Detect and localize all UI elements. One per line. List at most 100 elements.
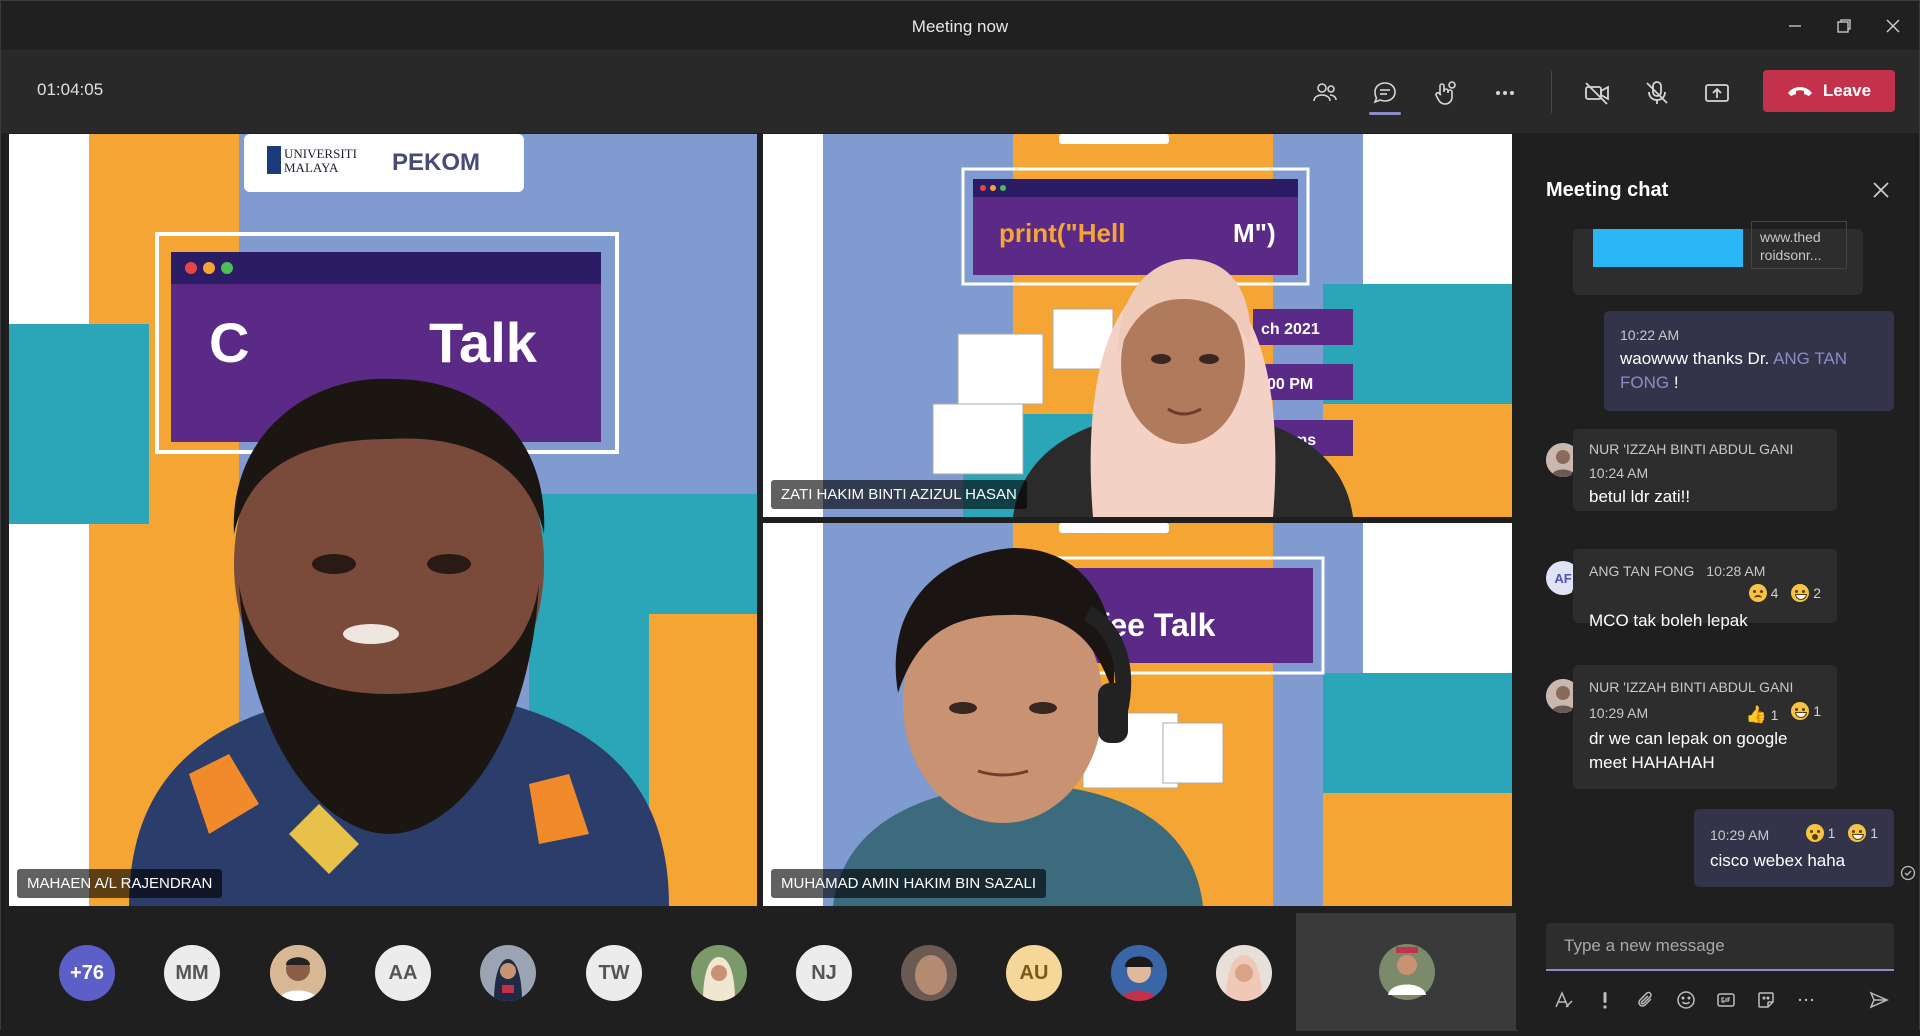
participant-avatar-photo[interactable]	[1111, 945, 1167, 1001]
more-participants-button[interactable]: +76	[59, 945, 115, 1001]
person-photo-icon	[480, 945, 536, 1001]
laugh-reaction-icon[interactable]	[1848, 824, 1867, 842]
person-photo-icon	[1216, 945, 1272, 1001]
participant-name-tag: ZATI HAKIM BINTI AZIZUL HASAN	[771, 480, 1027, 509]
message-text: MCO tak boleh lepak	[1589, 611, 1748, 630]
sticker-icon[interactable]	[1753, 987, 1779, 1013]
slide-date: ch 2021	[1261, 321, 1320, 338]
camera-off-icon[interactable]	[1573, 69, 1621, 117]
surprised-reaction-icon[interactable]	[1805, 824, 1824, 842]
link-preview-thumbnail	[1593, 229, 1743, 267]
chat-message[interactable]: ANG TAN FONG 10:28 AM 4 2 MCO tak boleh …	[1573, 549, 1837, 630]
message-timestamp: 10:29 AM	[1589, 705, 1649, 721]
link-preview-url: www.thed	[1760, 229, 1821, 245]
chat-icon[interactable]	[1361, 69, 1409, 117]
attach-icon[interactable]	[1633, 987, 1659, 1013]
video-tile-main[interactable]: UNIVERSITI MALAYA PEKOM Talk C MAHAEN A/…	[9, 134, 757, 906]
self-avatar-icon	[1379, 944, 1435, 1000]
close-chat-icon[interactable]	[1868, 177, 1894, 203]
more-options-icon[interactable]	[1793, 987, 1819, 1013]
participant-avatar[interactable]: NJ	[796, 945, 852, 1001]
slide-brand: PEKOM	[392, 149, 480, 176]
reactions-icon[interactable]	[1421, 69, 1469, 117]
link-preview-info: www.thed roidsonr...	[1751, 221, 1847, 269]
emoji-icon[interactable]	[1673, 987, 1699, 1013]
participant-avatar-photo[interactable]	[691, 945, 747, 1001]
message-sender: ANG TAN FONG	[1589, 563, 1695, 579]
svg-text:C: C	[209, 311, 249, 374]
participant-avatar[interactable]: MM	[164, 945, 220, 1001]
participant-video-frame: print("Hell M") ch 2021 - 4:00 PM ms	[763, 134, 1512, 517]
participant-strip	[1, 906, 1516, 1030]
self-video-preview[interactable]	[1296, 913, 1518, 1031]
participant-avatar[interactable]: AU	[1006, 945, 1062, 1001]
participant-avatar-photo[interactable]	[270, 945, 326, 1001]
message-reactions: 4 2	[1589, 581, 1821, 609]
minimize-icon[interactable]	[1772, 9, 1818, 43]
person-photo-icon	[1111, 945, 1167, 1001]
mic-muted-icon[interactable]	[1633, 69, 1681, 117]
compose-box[interactable]	[1546, 923, 1894, 971]
leave-label: Leave	[1822, 81, 1872, 100]
laugh-reaction-icon[interactable]	[1791, 702, 1810, 720]
link-preview-message[interactable]: www.thed roidsonr...	[1573, 221, 1863, 295]
laugh-reaction-icon[interactable]	[1791, 584, 1810, 602]
gif-icon[interactable]	[1713, 987, 1739, 1013]
message-reactions: 👍 1 1	[1738, 699, 1821, 727]
slide-title: Talk	[429, 311, 538, 374]
participant-avatar[interactable]: TW	[586, 945, 642, 1001]
message-timestamp: 10:24 AM	[1589, 465, 1649, 481]
message-timestamp: 10:22 AM	[1620, 327, 1680, 343]
message-text: betul ldr zati!!	[1589, 487, 1691, 506]
meeting-timer: 01:04:05	[37, 80, 104, 99]
chat-panel-title: Meeting chat	[1546, 179, 1669, 201]
participant-name-tag: MAHAEN A/L RAJENDRAN	[17, 869, 223, 898]
participant-video-frame: ffee Talk	[763, 523, 1512, 906]
more-actions-icon[interactable]	[1481, 69, 1529, 117]
close-window-icon[interactable]	[1870, 9, 1916, 43]
slide-code-end: M")	[1233, 218, 1276, 248]
format-icon[interactable]	[1550, 987, 1576, 1013]
person-photo-icon	[901, 945, 957, 1001]
slide-code: print("Hell	[999, 218, 1125, 248]
chat-message-mine[interactable]: 10:22 AM waowww thanks Dr. ANG TAN FONG …	[1604, 311, 1894, 411]
meeting-chat-panel: Meeting chat www.thed roidsonr... 10:22 …	[1516, 133, 1919, 1030]
title-bar: Meeting now	[1, 1, 1919, 51]
speaker-video-frame: UNIVERSITI MALAYA PEKOM Talk C	[9, 134, 757, 906]
person-photo-icon	[691, 945, 747, 1001]
important-icon[interactable]	[1592, 987, 1618, 1013]
leave-button[interactable]: Leave	[1763, 70, 1895, 112]
message-text: dr we can lepak on google meet HAHAHAH	[1589, 729, 1788, 772]
restore-icon[interactable]	[1821, 9, 1867, 43]
hang-up-icon	[1787, 87, 1812, 96]
send-icon[interactable]	[1866, 987, 1892, 1013]
participant-avatar-photo[interactable]	[901, 945, 957, 1001]
chat-message-mine[interactable]: 10:29 AM 1 1 cisco webex haha	[1694, 809, 1894, 887]
participant-avatar-photo[interactable]	[1216, 945, 1272, 1001]
participant-name-tag: MUHAMAD AMIN HAKIM BIN SAZALI	[771, 869, 1047, 898]
message-text: waowww thanks Dr. ANG TAN FONG !	[1620, 349, 1848, 392]
message-input[interactable]	[1546, 923, 1894, 969]
share-screen-icon[interactable]	[1693, 69, 1741, 117]
participant-avatar-photo[interactable]	[480, 945, 536, 1001]
sad-reaction-icon[interactable]	[1748, 584, 1767, 602]
message-sender: NUR 'IZZAH BINTI ABDUL GANI	[1589, 441, 1794, 457]
svg-text:MALAYA: MALAYA	[284, 160, 339, 175]
chat-message[interactable]: NUR 'IZZAH BINTI ABDUL GANI 10:29 AM 👍 1 …	[1573, 665, 1837, 789]
message-text: cisco webex haha	[1710, 851, 1846, 870]
meeting-toolbar: 01:04:05 Leave	[1, 51, 1919, 133]
message-timestamp: 10:28 AM	[1706, 563, 1766, 579]
participant-avatar[interactable]: AA	[375, 945, 431, 1001]
seen-check-icon	[1900, 865, 1916, 881]
message-reactions: 1 1	[1805, 821, 1878, 849]
video-tile-bottom-right[interactable]: ffee Talk MUHAMAD AMIN HAKIM BIN SAZALI	[763, 523, 1512, 906]
teams-meeting-window: Meeting now 01:04:05 Leave UNIVERSITI MA…	[0, 0, 1920, 1031]
toolbar-divider	[1551, 71, 1552, 113]
video-tile-top-right[interactable]: print("Hell M") ch 2021 - 4:00 PM ms ZAT…	[763, 134, 1512, 517]
like-reaction-icon[interactable]: 👍	[1746, 703, 1767, 727]
link-preview-url-cont: roidsonr...	[1760, 247, 1822, 263]
person-photo-icon	[270, 945, 326, 1001]
participants-icon[interactable]	[1301, 69, 1349, 117]
chat-message[interactable]: NUR 'IZZAH BINTI ABDUL GANI 10:24 AM bet…	[1573, 429, 1837, 511]
window-title: Meeting now	[911, 17, 1009, 36]
